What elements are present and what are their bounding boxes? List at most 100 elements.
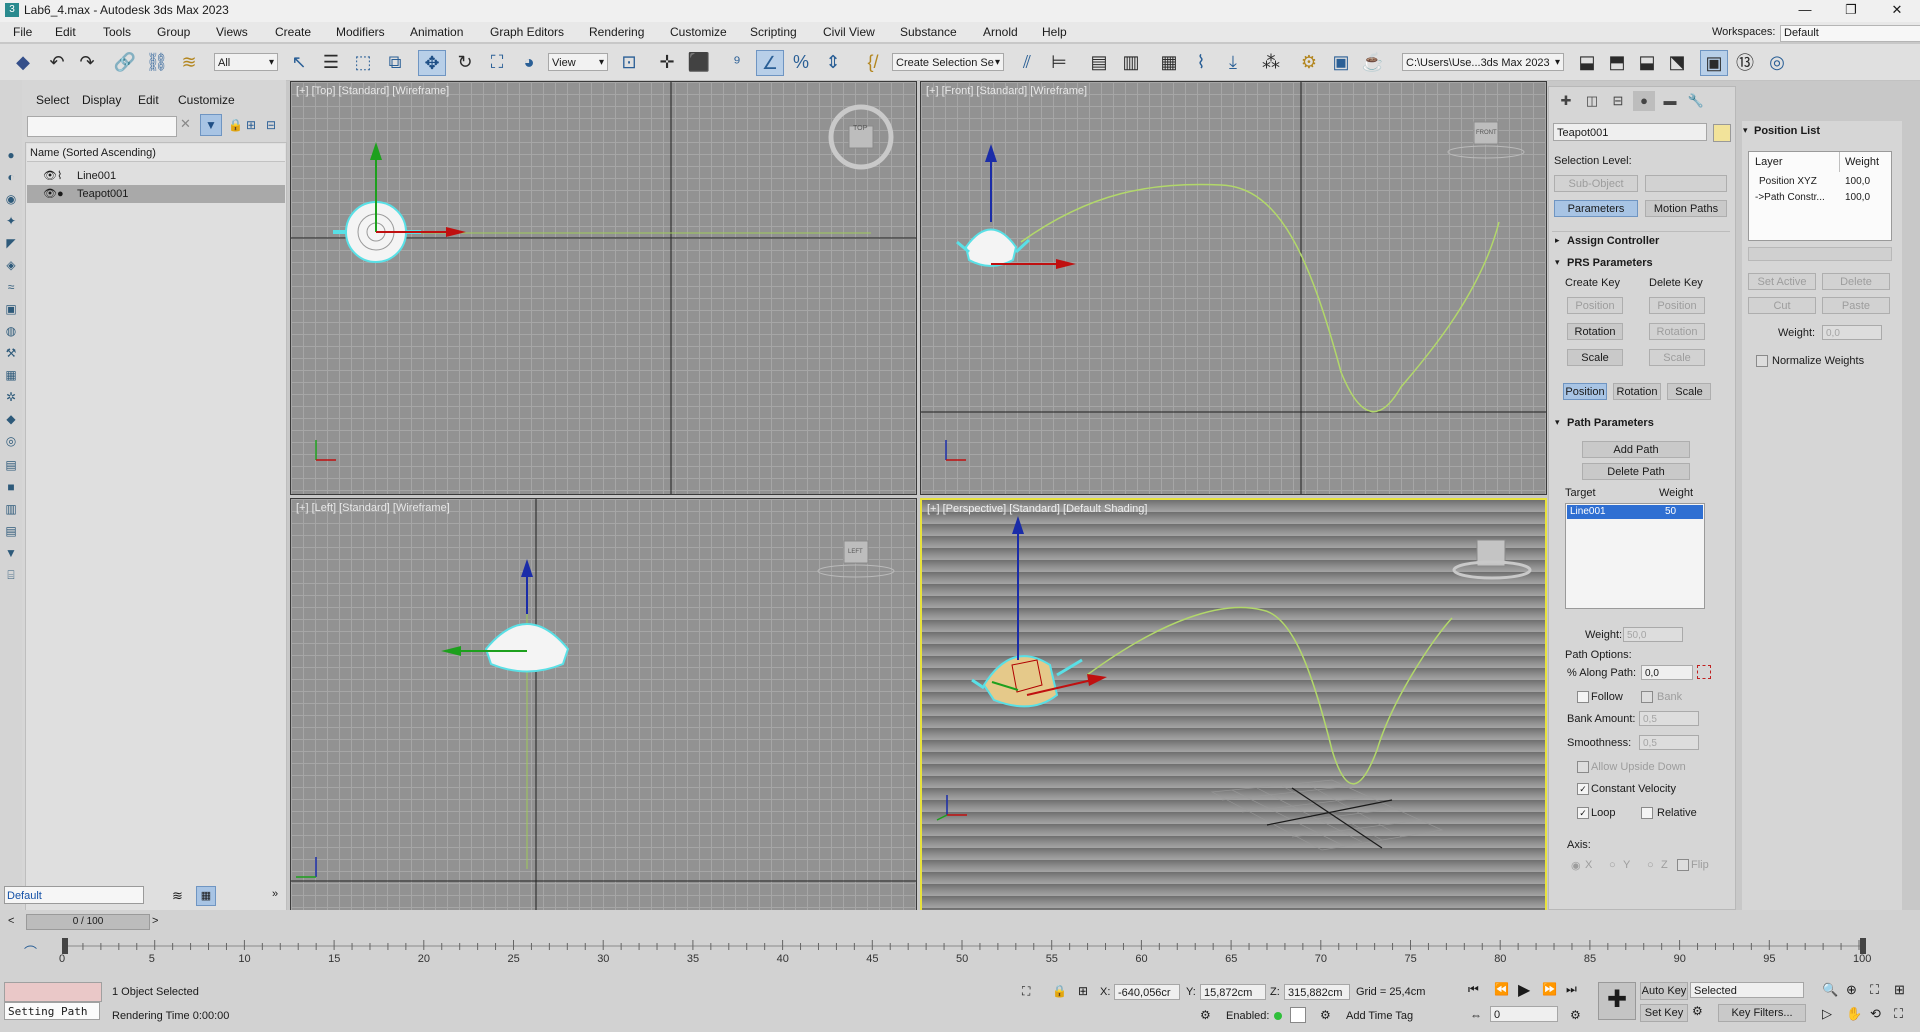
menu-edit[interactable]: Edit: [55, 25, 76, 39]
play-icon[interactable]: ▶: [1518, 980, 1530, 1000]
select-and-place-icon[interactable]: ◕: [516, 50, 542, 74]
bank-checkbox[interactable]: [1641, 691, 1653, 703]
bank-amount-spinner[interactable]: 0,5: [1639, 711, 1699, 726]
named-selection-dropdown[interactable]: Create Selection Se: [892, 53, 1004, 71]
create-scale-key-button[interactable]: Scale: [1567, 349, 1623, 366]
follow-checkbox[interactable]: [1577, 691, 1589, 703]
flip-checkbox[interactable]: [1677, 859, 1689, 871]
key-mode-icon[interactable]: ⇔: [1470, 1008, 1482, 1022]
delete-position-key-button[interactable]: Position: [1649, 297, 1705, 314]
viewport-layout-icon[interactable]: ▣: [1700, 50, 1728, 76]
visibility-eye-icon[interactable]: 👁: [43, 167, 57, 185]
menu-customize[interactable]: Customize: [670, 25, 727, 39]
display-selection-icon[interactable]: ■: [4, 480, 18, 494]
project-folder-icon[interactable]: ⬓: [1574, 50, 1600, 74]
display-containers-icon[interactable]: ▦: [4, 368, 18, 382]
lock-icon[interactable]: 🔒: [228, 118, 243, 132]
link-icon[interactable]: 🔗: [112, 50, 138, 74]
invert-display-icon[interactable]: ▥: [4, 502, 18, 516]
tab-utilities-icon[interactable]: 🔧: [1685, 91, 1707, 111]
render-production-icon[interactable]: ☕: [1360, 50, 1386, 74]
key-set-dropdown[interactable]: Selected: [1690, 982, 1804, 998]
list-item[interactable]: 👁 ● Teapot001: [27, 185, 285, 203]
x-coord-field[interactable]: -640,056cr: [1114, 984, 1180, 1000]
paste-layer-button[interactable]: Paste: [1822, 297, 1890, 314]
viewcube-top[interactable]: TOP: [853, 125, 867, 132]
object-color-swatch[interactable]: [1713, 124, 1731, 142]
menu-substance[interactable]: Substance: [900, 25, 957, 39]
select-and-scale-icon[interactable]: ⛶: [484, 50, 510, 74]
tab-motion-icon[interactable]: ●: [1633, 91, 1655, 111]
table-row[interactable]: Line001 50: [1567, 505, 1703, 519]
add-path-button[interactable]: Add Path: [1582, 441, 1690, 458]
redo-icon[interactable]: ↷: [74, 50, 100, 74]
undo-icon[interactable]: ↶: [44, 50, 70, 74]
axis-radio-y-icon[interactable]: ○: [1609, 859, 1616, 871]
display-geometry-icon[interactable]: ◐: [4, 170, 18, 184]
tab-motion-paths[interactable]: Motion Paths: [1645, 200, 1727, 217]
explorer-search-input[interactable]: [27, 116, 177, 137]
constant-velocity-checkbox[interactable]: ✓: [1577, 783, 1589, 795]
explorer-list-header[interactable]: Name (Sorted Ascending): [27, 144, 285, 162]
create-rotation-key-button[interactable]: Rotation: [1567, 323, 1623, 340]
adaptive-degradation-icon[interactable]: ⚙: [1200, 1008, 1211, 1022]
path-parameters-rollout[interactable]: Path Parameters: [1567, 417, 1654, 429]
list-scrollbar[interactable]: [1748, 247, 1892, 261]
isolate-selection-icon[interactable]: ⛶: [1022, 984, 1030, 999]
rectangular-selection-icon[interactable]: ⬚: [350, 50, 376, 74]
menu-arnold[interactable]: Arnold: [983, 25, 1018, 39]
time-tag-icon[interactable]: ⚙: [1320, 1008, 1331, 1022]
prs-tab-position[interactable]: Position: [1563, 383, 1607, 400]
layer-dropdown[interactable]: Default: [4, 886, 144, 904]
menu-help[interactable]: Help: [1042, 25, 1067, 39]
transform-mode-icon[interactable]: ⊞: [1078, 984, 1088, 998]
tab-parameters[interactable]: Parameters: [1554, 200, 1638, 217]
rollout-expand-icon[interactable]: ▸: [1555, 235, 1560, 246]
menu-modifiers[interactable]: Modifiers: [336, 25, 385, 39]
layer-stack-icon[interactable]: ≋: [172, 888, 183, 904]
viewport-top[interactable]: [+] [Top] [Standard] [Wireframe] TOP: [290, 81, 917, 495]
maxscript-output[interactable]: Setting Path: [4, 1002, 100, 1020]
prs-tab-scale[interactable]: Scale: [1667, 383, 1711, 400]
version-icon[interactable]: ⑬: [1732, 50, 1758, 74]
display-spacewarps-icon[interactable]: ≈: [4, 280, 18, 294]
assign-controller-rollout[interactable]: Assign Controller: [1567, 235, 1659, 247]
menu-create[interactable]: Create: [275, 25, 311, 39]
z-coord-field[interactable]: 315,882cm: [1284, 984, 1350, 1000]
select-manipulate-icon[interactable]: ✛: [654, 50, 680, 74]
layer-explorer-icon[interactable]: ▦: [196, 886, 216, 906]
tab-modify-icon[interactable]: ◫: [1581, 91, 1603, 111]
menu-tools[interactable]: Tools: [103, 25, 131, 39]
y-coord-field[interactable]: 15,872cm: [1200, 984, 1266, 1000]
pan-view-icon[interactable]: ✋: [1846, 1006, 1862, 1022]
visibility-eye-icon[interactable]: 👁: [43, 185, 57, 203]
display-groups-icon[interactable]: ▣: [4, 302, 18, 316]
display-particles-icon[interactable]: ✲: [4, 390, 18, 404]
close-button[interactable]: ✕: [1874, 0, 1920, 22]
time-config-icon[interactable]: ⚙: [1570, 1008, 1581, 1022]
axis-radio-x-icon[interactable]: ◉: [1571, 859, 1581, 872]
orbit-icon[interactable]: ⟲: [1870, 1006, 1881, 1022]
menu-scripting[interactable]: Scripting: [750, 25, 797, 39]
viewcube-left[interactable]: LEFT: [848, 549, 863, 555]
select-and-move-icon[interactable]: ✥: [418, 50, 446, 76]
time-tag-counter[interactable]: [1290, 1007, 1306, 1023]
add-time-tag[interactable]: Add Time Tag: [1346, 1010, 1413, 1022]
display-helpers-icon[interactable]: ◈: [4, 258, 18, 272]
position-list-title[interactable]: Position List: [1754, 125, 1820, 137]
delete-path-button[interactable]: Delete Path: [1582, 463, 1690, 480]
percent-snap-icon[interactable]: %: [788, 50, 814, 74]
window-crossing-icon[interactable]: ⧉: [382, 50, 408, 74]
key-toggle-icon[interactable]: [1697, 665, 1711, 679]
reference-coordinate-dropdown[interactable]: View: [548, 53, 608, 71]
slider-prev-icon[interactable]: <: [8, 915, 14, 927]
tab-hierarchy-icon[interactable]: ⊟: [1607, 91, 1629, 111]
object-name-field[interactable]: Teapot001: [1553, 123, 1707, 141]
current-frame-field[interactable]: 0: [1490, 1006, 1558, 1022]
selection-lock-icon[interactable]: 🔒: [1052, 984, 1067, 998]
rollout-collapse-icon[interactable]: ▾: [1555, 417, 1560, 428]
display-frozen-icon[interactable]: ◆: [4, 412, 18, 426]
field-of-view-icon[interactable]: ▷: [1822, 1006, 1832, 1022]
snap-toggle-icon[interactable]: ◆: [10, 50, 36, 74]
hierarchy-icon[interactable]: ⊞: [246, 118, 256, 132]
